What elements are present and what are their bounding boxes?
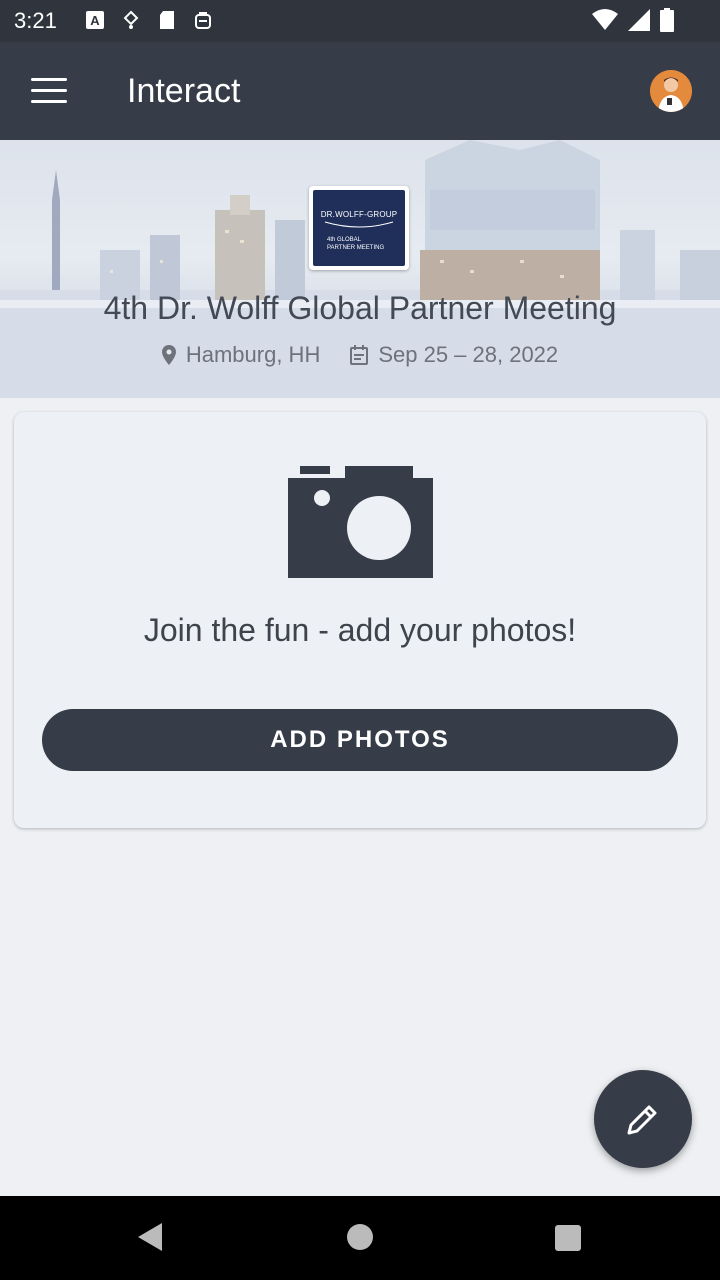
user-avatar[interactable] (650, 70, 692, 112)
status-system-icons (592, 8, 674, 32)
status-time: 3:21 (14, 8, 57, 33)
logo-line-1: 4th GLOBAL (327, 237, 362, 243)
app-bar: Interact (0, 42, 720, 140)
recent-apps-icon[interactable] (555, 1225, 581, 1251)
event-title: 4th Dr. Wolff Global Partner Meeting (103, 290, 617, 326)
svg-text:A: A (90, 13, 100, 28)
event-dates: Sep 25 – 28, 2022 (350, 342, 558, 368)
shopping-bag-icon (192, 9, 214, 31)
home-icon[interactable] (347, 1224, 373, 1250)
sync-icon (120, 9, 142, 31)
pencil-edit-icon (627, 1105, 657, 1135)
app-title: Interact (127, 72, 241, 110)
calendar-icon (350, 345, 369, 365)
wifi-icon (592, 9, 618, 30)
system-nav-bar (0, 1196, 720, 1280)
status-notification-icons: A (84, 9, 214, 31)
logo-brand-text: DR.WOLFF-GROUP (320, 210, 398, 219)
photos-prompt-text: Join the fun - add your photos! (143, 612, 577, 648)
hamburger-menu-icon[interactable] (22, 68, 76, 114)
camera-icon (287, 466, 433, 578)
compose-fab-button[interactable] (594, 1070, 692, 1168)
map-pin-icon (161, 345, 176, 365)
photos-card: Join the fun - add your photos! ADD PHOT… (14, 412, 706, 828)
event-meta: Hamburg, HH Sep 25 – 28, 2022 (0, 342, 720, 368)
event-dates-text: Sep 25 – 28, 2022 (378, 342, 559, 367)
event-location: Hamburg, HH (161, 342, 321, 368)
back-icon[interactable] (136, 1222, 164, 1257)
battery-icon (660, 8, 674, 32)
accessibility-a-icon: A (84, 9, 106, 31)
event-location-text: Hamburg, HH (185, 342, 321, 367)
logo-line-2: PARTNER MEETING (327, 245, 385, 251)
event-logo: DR.WOLFF-GROUP 4th GLOBAL PARTNER MEETIN… (309, 186, 409, 270)
signal-icon (628, 9, 650, 31)
sd-card-icon (156, 9, 178, 31)
status-bar: 3:21 A (0, 0, 720, 42)
logo-swoosh (324, 221, 394, 228)
add-photos-button[interactable]: ADD PHOTOS (42, 709, 678, 771)
